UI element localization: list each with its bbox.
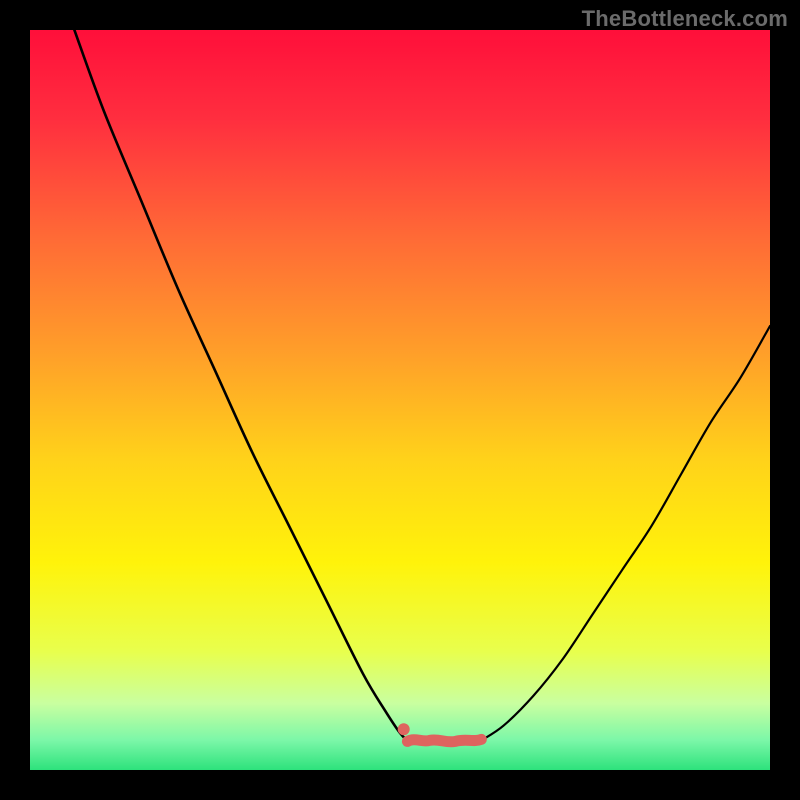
right-branch-curve <box>481 326 770 740</box>
chart-frame: TheBottleneck.com <box>0 0 800 800</box>
plot-area <box>30 30 770 770</box>
valley-marker-dot <box>398 723 410 735</box>
curve-layer <box>30 30 770 770</box>
watermark-text: TheBottleneck.com <box>582 6 788 32</box>
left-branch-curve <box>74 30 407 740</box>
flat-valley-segment <box>407 739 481 741</box>
